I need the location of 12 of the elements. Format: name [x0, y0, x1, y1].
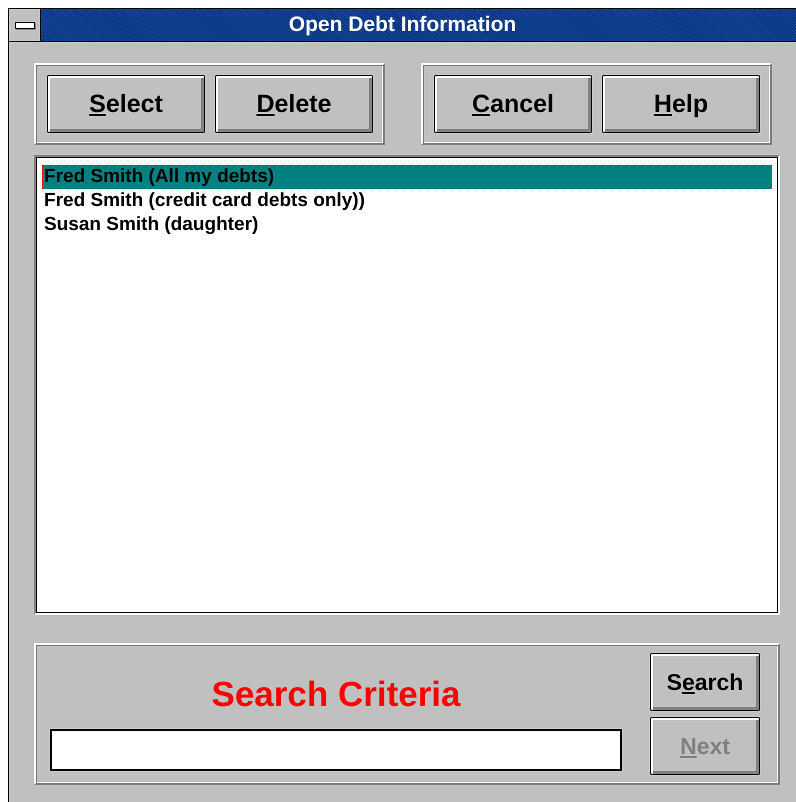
list-item[interactable]: Fred Smith (credit card debts only)) — [42, 189, 772, 213]
window-title: Open Debt Information — [288, 13, 518, 37]
dialog-button[interactable]: Cancel — [434, 75, 592, 133]
dialog-button[interactable]: Help — [602, 75, 760, 133]
dialog-button[interactable]: Search — [650, 653, 760, 711]
dialog-button[interactable]: Select — [47, 75, 205, 133]
search-field[interactable] — [50, 729, 622, 771]
dialog-button[interactable]: Delete — [215, 75, 373, 133]
list-item[interactable]: Susan Smith (daughter) — [42, 213, 772, 237]
search-heading: Search Criteria — [211, 675, 461, 715]
system-menu-button[interactable] — [9, 9, 41, 41]
list-item[interactable]: Fred Smith (All my debts) — [42, 165, 772, 189]
